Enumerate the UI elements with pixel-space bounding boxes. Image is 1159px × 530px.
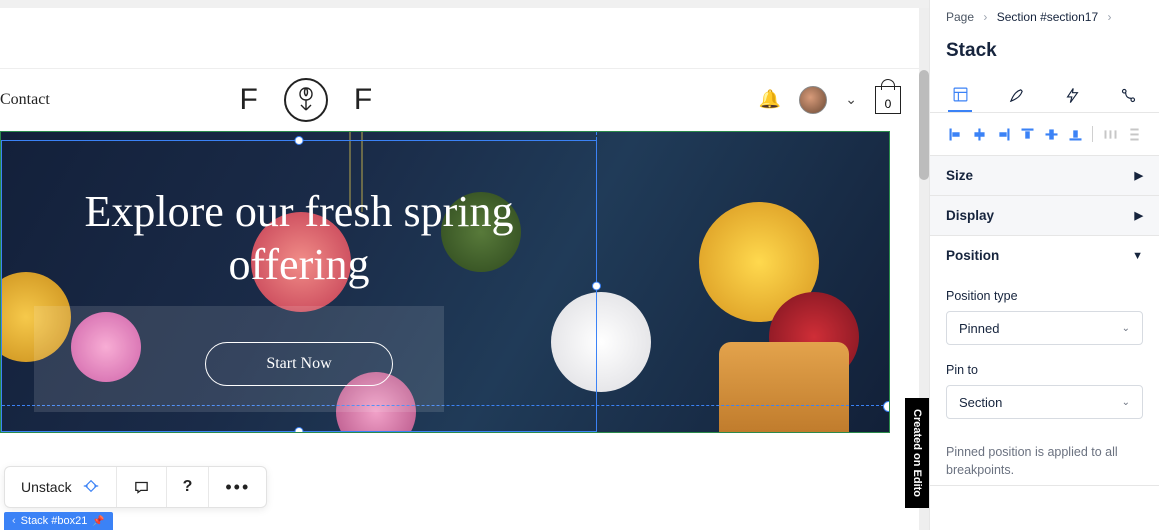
- accordion-display[interactable]: Display ▶: [930, 196, 1159, 236]
- chip-back-icon[interactable]: ‹: [12, 515, 16, 527]
- floating-toolbar: Unstack ? •••: [4, 466, 267, 508]
- created-on-editor-badge[interactable]: Created on Edito: [905, 398, 929, 508]
- unstack-button[interactable]: Unstack: [5, 467, 117, 507]
- canvas-top-strip: [0, 0, 929, 8]
- accordion-position[interactable]: Position ▼ Position type Pinned ⌄ Pin to …: [930, 236, 1159, 486]
- site-header: Contact F F 🔔 ⌄ 0: [0, 68, 919, 130]
- bag-count: 0: [885, 97, 892, 111]
- selection-breadcrumb-chip[interactable]: ‹ Stack #box21 📌: [4, 512, 113, 530]
- breadcrumb-page[interactable]: Page: [946, 10, 974, 24]
- chevron-down-icon: ⌄: [1122, 323, 1130, 334]
- vase-decor: [719, 342, 849, 433]
- accordion-position-label: Position: [946, 248, 999, 263]
- align-bottom-button[interactable]: [1064, 123, 1086, 145]
- notifications-bell-icon[interactable]: 🔔: [759, 89, 781, 110]
- breadcrumb-section[interactable]: Section #section17: [997, 10, 1098, 24]
- hover-overlay: [34, 306, 444, 412]
- unstack-label: Unstack: [21, 479, 72, 495]
- avatar[interactable]: [799, 86, 827, 114]
- inspector-panel: Page › Section #section17 › Stack Size ▶: [929, 0, 1159, 530]
- tab-effects[interactable]: [1117, 78, 1141, 112]
- pin-to-label: Pin to: [946, 363, 1143, 377]
- chevron-right-icon: ›: [983, 10, 987, 24]
- resize-handle-top[interactable]: [295, 136, 304, 145]
- align-center-v-button[interactable]: [1040, 123, 1062, 145]
- position-type-label: Position type: [946, 289, 1143, 303]
- distribute-h-button[interactable]: [1099, 123, 1121, 145]
- layout-diamond-icon: [82, 477, 100, 498]
- breadcrumb: Page › Section #section17 ›: [930, 0, 1159, 34]
- chip-label: Stack #box21: [21, 515, 88, 527]
- help-button[interactable]: ?: [167, 467, 210, 507]
- logo-letter-left: F: [240, 83, 258, 117]
- align-right-button[interactable]: [992, 123, 1014, 145]
- tab-interactions[interactable]: [1061, 78, 1085, 112]
- site-logo[interactable]: F F: [240, 78, 373, 122]
- distribute-v-button[interactable]: [1123, 123, 1145, 145]
- hero-section[interactable]: Explore our fresh spring offering Start …: [0, 131, 890, 433]
- comment-button[interactable]: [117, 467, 167, 507]
- chevron-right-icon: ›: [1107, 10, 1111, 24]
- resize-handle-bottom[interactable]: [295, 427, 304, 433]
- nav-link-contact[interactable]: Contact: [0, 91, 50, 109]
- panel-tabs: [930, 78, 1159, 113]
- position-note: Pinned position is applied to all breakp…: [946, 437, 1143, 479]
- accordion-position-body: Position type Pinned ⌄ Pin to Section ⌄ …: [930, 275, 1159, 485]
- divider: [1092, 126, 1093, 142]
- pin-to-select[interactable]: Section ⌄: [946, 385, 1143, 419]
- panel-title: Stack: [930, 34, 1159, 78]
- shopping-bag[interactable]: 0: [875, 86, 901, 114]
- accordion-size[interactable]: Size ▶: [930, 156, 1159, 196]
- pin-icon: 📌: [92, 516, 104, 527]
- logo-letter-right: F: [354, 83, 372, 117]
- position-type-value: Pinned: [959, 321, 999, 336]
- accordion-display-label: Display: [946, 208, 994, 223]
- selected-stack[interactable]: Explore our fresh spring offering Start …: [1, 140, 597, 432]
- align-left-button[interactable]: [944, 123, 966, 145]
- resize-handle-right[interactable]: [592, 282, 601, 291]
- chevron-right-icon: ▶: [1135, 169, 1143, 182]
- align-top-button[interactable]: [1016, 123, 1038, 145]
- more-actions-button[interactable]: •••: [209, 467, 266, 507]
- alignment-row: [930, 113, 1159, 156]
- account-chevron-down-icon[interactable]: ⌄: [845, 91, 857, 108]
- editor-canvas: Contact F F 🔔 ⌄ 0: [0, 0, 929, 530]
- pin-to-value: Section: [959, 395, 1002, 410]
- position-type-select[interactable]: Pinned ⌄: [946, 311, 1143, 345]
- chevron-down-icon: ⌄: [1122, 397, 1130, 408]
- chevron-right-icon: ▶: [1135, 209, 1143, 222]
- accordion-size-label: Size: [946, 168, 973, 183]
- rose-icon: [284, 78, 328, 122]
- scrollbar-thumb[interactable]: [919, 70, 929, 180]
- align-center-h-button[interactable]: [968, 123, 990, 145]
- tab-layout[interactable]: [948, 78, 972, 112]
- hero-title[interactable]: Explore our fresh spring offering: [42, 186, 556, 292]
- tab-design[interactable]: [1004, 78, 1028, 112]
- chevron-down-icon: ▼: [1132, 250, 1143, 262]
